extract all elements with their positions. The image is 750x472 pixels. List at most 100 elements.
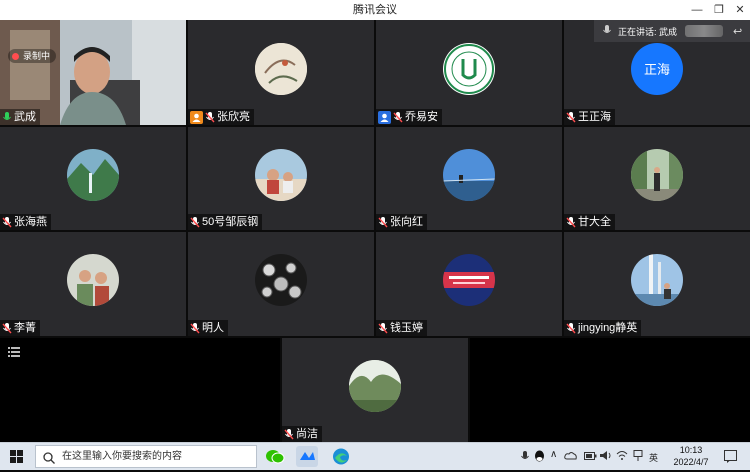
mic-muted-icon <box>2 322 12 334</box>
mic-muted-icon <box>378 322 388 334</box>
name-tag: 张向红 <box>376 214 427 230</box>
mic-muted-icon <box>378 216 388 228</box>
name-tag: 明人 <box>188 320 228 336</box>
mic-muted-icon <box>566 322 576 334</box>
avatar <box>631 254 683 306</box>
wechat-icon[interactable] <box>264 446 286 467</box>
chevron-up-icon[interactable]: ∧ <box>550 449 557 460</box>
minimize-button[interactable]: — <box>686 0 708 20</box>
name-tag: 王正海 <box>564 109 615 125</box>
participant-tile[interactable]: 张向红 <box>376 127 562 230</box>
maximize-button[interactable]: ❐ <box>708 0 730 20</box>
empty-tile <box>0 338 280 442</box>
participant-name: 李菁 <box>14 322 36 334</box>
name-tag: jingying静英 <box>564 320 642 336</box>
speaker-mic-icon <box>602 24 612 38</box>
avatar <box>349 360 401 412</box>
avatar <box>443 42 495 95</box>
mic-muted-icon <box>2 216 12 228</box>
lang-indicator[interactable]: 英 <box>649 451 658 464</box>
participant-name: 张向红 <box>390 216 423 228</box>
empty-tile <box>470 338 750 442</box>
avatar-text: 正海 <box>643 62 670 77</box>
edge-browser-icon[interactable] <box>330 446 352 467</box>
avatar <box>443 148 495 201</box>
avatar <box>255 148 307 201</box>
name-tag: 张海燕 <box>0 214 51 230</box>
list-menu-icon[interactable] <box>8 344 20 357</box>
recording-label: 录制中 <box>23 51 51 61</box>
avatar <box>67 148 119 201</box>
avatar: 正海 <box>631 42 683 95</box>
mic-muted-icon <box>566 216 576 228</box>
name-tag: 张欣亮 <box>188 109 254 125</box>
participant-tile[interactable]: 张欣亮 <box>188 20 374 125</box>
participant-tile[interactable]: 李菁 <box>0 232 186 336</box>
avatar <box>67 254 119 306</box>
participant-name: 50号邹辰钢 <box>202 216 259 228</box>
wifi-icon[interactable] <box>616 450 628 463</box>
name-tag: 钱玉婷 <box>376 320 427 336</box>
collapse-icon[interactable]: ↩ <box>733 25 742 38</box>
speaking-indicator: 正在讲话: 武成 ↩ <box>594 20 750 42</box>
window-title: 腾讯会议 <box>353 4 397 16</box>
mic-tray-icon[interactable] <box>520 451 530 464</box>
participant-tile[interactable]: 50号邹辰钢 <box>188 127 374 230</box>
participant-tile[interactable]: 张海燕 <box>0 127 186 230</box>
participant-tile[interactable]: 乔易安 <box>376 20 562 125</box>
clock[interactable]: 10:13 2022/4/7 <box>664 444 718 468</box>
avatar <box>255 42 307 95</box>
close-button[interactable]: ✕ <box>729 0 750 20</box>
participant-name: 明人 <box>202 322 224 334</box>
participant-name: 张欣亮 <box>217 111 250 123</box>
mic-muted-icon <box>190 322 200 334</box>
title-bar: 腾讯会议 — ❐ ✕ <box>0 0 750 20</box>
participant-tile[interactable]: 尚洁 <box>282 338 468 442</box>
participant-name: 乔易安 <box>405 111 438 123</box>
participant-tile[interactable]: 甘大全 <box>564 127 750 230</box>
cloud-icon[interactable] <box>564 451 577 462</box>
search-placeholder: 在这里输入你要搜索的内容 <box>62 451 182 462</box>
mic-active-icon <box>2 111 12 123</box>
clock-date: 2022/4/7 <box>673 457 709 467</box>
mic-muted-icon <box>393 111 403 123</box>
avatar <box>443 254 495 306</box>
mic-muted-icon <box>205 111 215 123</box>
participant-name: 武成 <box>14 111 36 123</box>
speaking-label: 正在讲话: 武成 <box>618 26 678 37</box>
volume-icon[interactable] <box>600 450 612 463</box>
tencent-meeting-icon[interactable] <box>296 446 318 467</box>
name-tag: 李菁 <box>0 320 40 336</box>
participant-name: 张海燕 <box>14 216 47 228</box>
name-tag: 乔易安 <box>376 109 442 125</box>
name-tag: 甘大全 <box>564 214 615 230</box>
network-icon[interactable] <box>632 450 644 464</box>
taskbar-search-input[interactable]: 在这里输入你要搜索的内容 <box>35 445 257 468</box>
taskbar: 在这里输入你要搜索的内容 ∧ 英 10:13 2022/4/7 <box>0 442 750 470</box>
avatar <box>631 148 683 201</box>
participant-tile[interactable]: jingying静英 <box>564 232 750 336</box>
participant-tile[interactable]: 明人 <box>188 232 374 336</box>
participant-name: 甘大全 <box>578 216 611 228</box>
name-tag: 武成 <box>0 109 40 125</box>
mic-muted-icon <box>566 111 576 123</box>
clock-time: 10:13 <box>679 445 703 455</box>
windows-start-icon[interactable] <box>10 450 23 463</box>
participant-tile[interactable]: 录制中 武成 <box>0 20 186 125</box>
participant-name: 钱玉婷 <box>390 322 423 334</box>
avatar <box>255 254 307 306</box>
mic-muted-icon <box>284 428 294 440</box>
mic-muted-icon <box>190 216 200 228</box>
name-tag: 50号邹辰钢 <box>188 214 263 230</box>
speaker-avatars <box>685 25 724 37</box>
participant-name: 尚洁 <box>296 428 318 440</box>
user-badge-icon <box>190 110 203 124</box>
system-tray: ∧ 英 <box>518 443 664 470</box>
recording-indicator: 录制中 <box>8 49 57 63</box>
notification-icon[interactable] <box>724 450 737 468</box>
qq-icon[interactable] <box>534 450 545 465</box>
participant-name: jingying静英 <box>578 322 638 334</box>
video-grid: 录制中 武成 张欣亮 乔易安 正海 王正海 张海燕 50号邹辰钢 张向红 甘大全… <box>0 20 750 442</box>
name-tag: 尚洁 <box>282 426 322 442</box>
participant-tile[interactable]: 钱玉婷 <box>376 232 562 336</box>
